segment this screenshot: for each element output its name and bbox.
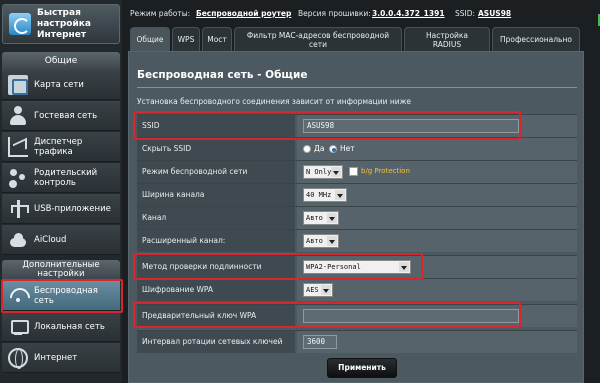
sidebar-item-usb[interactable]: USB-приложение [2, 194, 120, 224]
wireless-mode-value: N Only [306, 168, 332, 176]
sidebar-item-label: Карта сети [34, 79, 84, 90]
chevron-down-icon [329, 217, 335, 221]
network-map-icon [8, 74, 28, 95]
hide-ssid-no-label: Нет [340, 144, 355, 153]
wpa-encryption-value: AES [306, 286, 319, 294]
ext-channel-row: Расширенный канал: Авто [137, 229, 577, 252]
hide-ssid-label: Скрыть SSID [137, 138, 295, 160]
bg-protection-label: b/g Protection [361, 167, 410, 175]
channel-label: Канал [137, 207, 295, 229]
sidebar-item-parental-control[interactable]: Родительский контроль [2, 163, 120, 193]
key-rotation-row: Интервал ротации сетевых ключей 3600 [137, 330, 577, 353]
chevron-down-icon [323, 289, 329, 293]
mode-link[interactable]: Беспроводной роутер [196, 9, 291, 18]
firmware-label: Версия прошивки: [298, 9, 371, 18]
tab-bridge[interactable]: Мост [202, 27, 232, 51]
chevron-down-icon [401, 266, 407, 270]
ssid-label: SSID: [455, 9, 476, 18]
cloud-icon [8, 230, 28, 250]
channel-width-row: Ширина канала 40 MHz [137, 183, 577, 206]
sidebar-item-guest-network[interactable]: Гостевая сеть [2, 101, 120, 131]
sidebar-item-label: USB-приложение [34, 203, 111, 214]
chevron-down-icon [329, 240, 335, 244]
settings-panel: Беспроводная сеть - Общие Установка бесп… [128, 51, 584, 383]
channel-width-value: 40 MHz [306, 191, 332, 199]
highlight-box [133, 302, 521, 328]
wireless-mode-label: Режим беспроводной сети [137, 161, 295, 183]
sidebar-item-label: AiCloud [34, 234, 67, 245]
wpa-encryption-row: Шифрование WPA AES [137, 278, 577, 301]
sidebar: Быстрая настройка Интернет Общие Карта с… [0, 0, 123, 383]
hide-ssid-yes-radio[interactable] [303, 145, 311, 153]
wpa-encryption-select[interactable]: AES [303, 283, 333, 297]
channel-row: Канал Авто [137, 206, 577, 229]
key-rotation-input[interactable]: 3600 [303, 335, 337, 349]
firmware-link[interactable]: 3.0.0.4.372_1391 [372, 9, 445, 18]
quick-setup-icon [9, 13, 31, 35]
channel-select[interactable]: Авто [303, 211, 339, 225]
highlight-box [1, 279, 123, 313]
tab-general[interactable]: Общие [130, 27, 170, 51]
sidebar-item-lan[interactable]: Локальная сеть [2, 312, 120, 342]
apply-button[interactable]: Применить [327, 358, 397, 378]
hide-ssid-row: Скрыть SSID Да Нет [137, 137, 577, 160]
ext-channel-value: Авто [306, 237, 323, 245]
sidebar-item-traffic-manager[interactable]: Диспетчер трафика [2, 132, 120, 162]
globe-icon [8, 347, 28, 369]
channel-value: Авто [306, 214, 323, 222]
traffic-manager-icon [8, 136, 28, 157]
sidebar-item-label: Родительский контроль [34, 167, 98, 188]
bg-protection-checkbox[interactable] [349, 167, 358, 176]
channel-width-label: Ширина канала [137, 184, 295, 206]
hide-ssid-yes-label: Да [314, 144, 325, 153]
sidebar-item-label: Диспетчер трафика [34, 136, 83, 157]
tab-radius[interactable]: Настройка RADIUS [404, 27, 490, 51]
sidebar-item-network-map[interactable]: Карта сети [2, 70, 120, 100]
chevron-down-icon [337, 194, 343, 198]
wpa-encryption-label: Шифрование WPA [137, 279, 295, 301]
sidebar-item-internet[interactable]: Интернет [2, 343, 120, 373]
divider [137, 87, 577, 88]
guest-network-icon [8, 105, 28, 126]
lan-icon [8, 317, 29, 337]
sidebar-item-label: Интернет [34, 352, 78, 363]
ext-channel-select[interactable]: Авто [303, 234, 339, 248]
channel-width-select[interactable]: 40 MHz [303, 188, 347, 202]
tab-wps[interactable]: WPS [172, 27, 200, 51]
general-section-header: Общие [2, 52, 120, 70]
sidebar-item-aicloud[interactable]: AiCloud [2, 225, 120, 255]
tab-mac-filter[interactable]: Фильтр MAC-адресов беспроводной сети [234, 27, 402, 51]
mode-label: Режим работы: [130, 9, 191, 18]
page-title: Беспроводная сеть - Общие [137, 69, 308, 81]
usb-icon [8, 199, 29, 219]
parental-control-icon [8, 168, 28, 188]
sidebar-item-label: Локальная сеть [34, 321, 105, 332]
ssid-link[interactable]: ASUS98 [478, 9, 511, 18]
tab-professional[interactable]: Профессионально [492, 27, 580, 51]
top-status-bar: Режим работы: Беспроводной роутер Версия… [126, 0, 600, 26]
chevron-down-icon [333, 171, 339, 175]
advanced-section-header: Дополнительные настройки [2, 260, 120, 280]
quick-setup-button[interactable]: Быстрая настройка Интернет [2, 4, 120, 44]
key-rotation-label: Интервал ротации сетевых ключей [137, 331, 295, 353]
quick-setup-label: Быстрая настройка Интернет [37, 7, 91, 40]
page-description: Установка беспроводного соединения завис… [137, 97, 412, 106]
hide-ssid-no-radio[interactable] [329, 145, 337, 153]
highlight-box [133, 111, 521, 140]
wireless-mode-row: Режим беспроводной сети N Only b/g Prote… [137, 160, 577, 183]
highlight-box [133, 253, 423, 280]
ext-channel-label: Расширенный канал: [137, 230, 295, 252]
wireless-mode-select[interactable]: N Only [303, 165, 343, 179]
sidebar-item-label: Гостевая сеть [34, 110, 98, 121]
